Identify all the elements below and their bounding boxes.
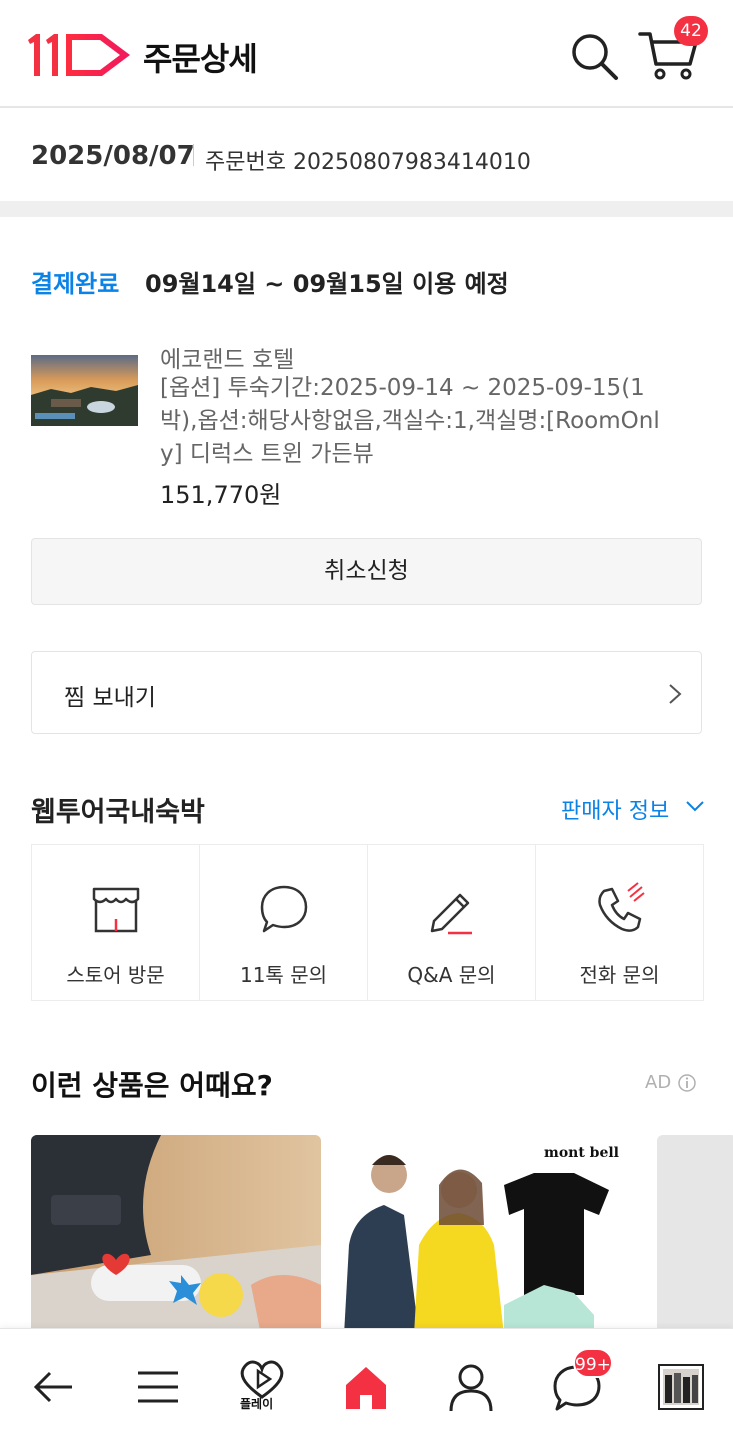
send-wish-button[interactable]: 찜 보내기 (31, 651, 702, 734)
seller-name: 웹투어국내숙박 (31, 797, 205, 828)
header: 주문상세 42 (0, 0, 733, 108)
qna-inquiry-button[interactable]: Q&A 문의 (368, 845, 536, 1000)
payment-status: 결제완료 (31, 270, 120, 298)
cart-count-badge: 42 (674, 16, 708, 46)
order-number: 주문번호 20250807983414010 (205, 150, 531, 175)
order-info-divider (193, 144, 194, 166)
pencil-icon (430, 893, 472, 935)
store-icon (92, 887, 139, 933)
cancel-request-button[interactable]: 취소신청 (31, 538, 702, 605)
send-wish-label: 찜 보내기 (64, 685, 156, 711)
store-visit-button[interactable]: 스토어 방문 (32, 845, 200, 1000)
store-visit-label: 스토어 방문 (66, 963, 165, 987)
talk-count-badge: 99+ (573, 1348, 613, 1378)
play-label: 플레이 (240, 1397, 274, 1411)
page-title: 주문상세 (143, 40, 258, 78)
recommended-product-card[interactable]: mont bell (344, 1135, 634, 1335)
svg-text:mont bell: mont bell (544, 1145, 619, 1161)
product-thumbnail[interactable] (31, 355, 138, 426)
order-date: 2025/08/07 (31, 141, 195, 171)
my-page-icon[interactable] (443, 1359, 499, 1415)
seller-contact-grid: 스토어 방문 11톡 문의 Q&A 문의 전화 문의 (31, 844, 704, 1001)
11st-logo[interactable] (26, 30, 134, 80)
search-icon[interactable] (566, 28, 622, 84)
home-icon[interactable] (338, 1359, 394, 1415)
chevron-right-icon (669, 684, 682, 704)
chevron-down-icon[interactable] (684, 798, 706, 814)
recommended-product-card[interactable] (31, 1135, 321, 1335)
recommended-product-card[interactable] (657, 1135, 733, 1335)
recommendation-title: 이런 상품은 어때요? (31, 1069, 273, 1102)
bottom-navigation (0, 1328, 733, 1440)
talk-inquiry-label: 11톡 문의 (239, 963, 327, 987)
product-price: 151,770원 (160, 481, 282, 509)
phone-icon (597, 882, 645, 932)
talk-inquiry-button[interactable]: 11톡 문의 (200, 845, 368, 1000)
info-icon[interactable] (677, 1073, 697, 1093)
order-info: 2025/08/07 주문번호 20250807983414010 (0, 110, 733, 200)
ad-label: AD (645, 1072, 672, 1093)
recent-viewed-thumbnail[interactable] (655, 1359, 711, 1415)
phone-inquiry-label: 전화 문의 (579, 963, 660, 987)
qna-inquiry-label: Q&A 문의 (407, 963, 496, 987)
chat-bubble-icon (260, 885, 307, 933)
product-option: [옵션] 투숙기간:2025-09-14 ~ 2025-09-15(1박),옵션… (160, 375, 660, 467)
menu-icon[interactable] (130, 1359, 186, 1415)
product-name[interactable]: 에코랜드 호텔 (160, 340, 294, 374)
back-arrow-icon[interactable] (24, 1359, 80, 1415)
section-divider (0, 201, 733, 217)
stay-period: 09월14일 ~ 09월15일 이용 예정 (145, 270, 509, 298)
phone-inquiry-button[interactable]: 전화 문의 (536, 845, 703, 1000)
seller-info-link[interactable]: 판매자 정보 (561, 793, 669, 825)
